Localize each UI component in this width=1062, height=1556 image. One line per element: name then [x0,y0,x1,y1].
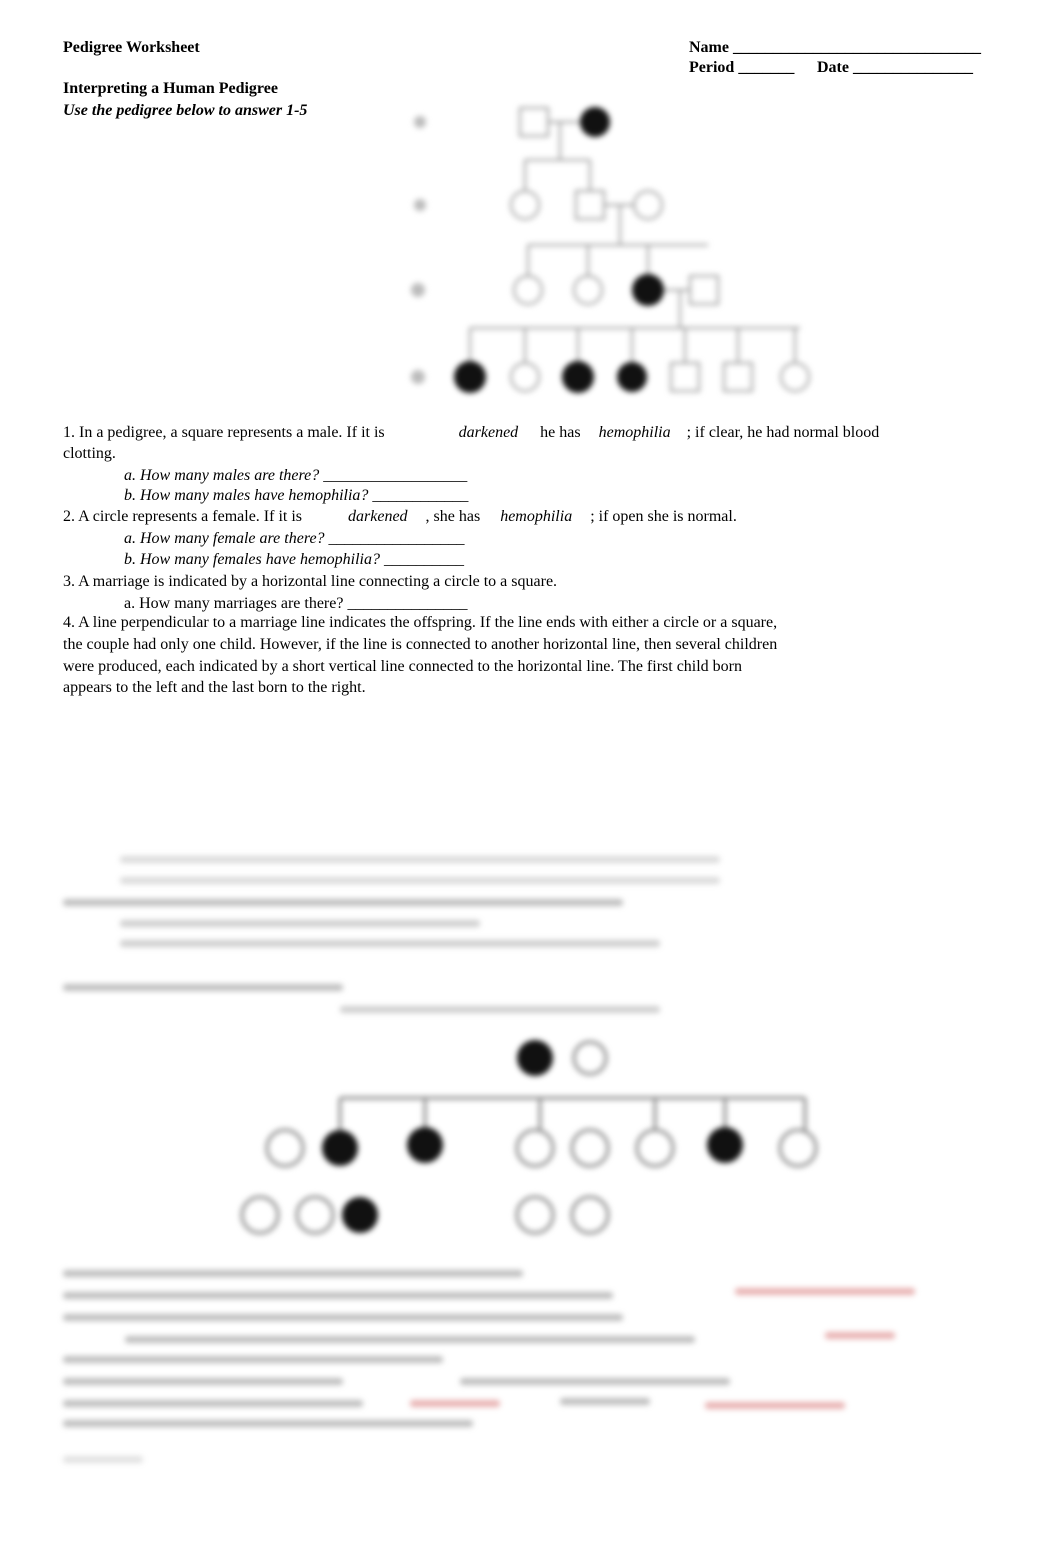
q2-word-hemophilia: hemophilia [500,508,573,525]
q2b[interactable]: b. How many females have hemophilia? ___… [124,549,464,570]
question-4-line: appears to the left and the last born to… [63,679,366,696]
pedigree-chart-1 [411,107,810,393]
section-title: Interpreting a Human Pedigree [63,80,278,97]
question-4-line: the couple had only one child. However, … [63,636,778,653]
question-3: 3. A marriage is indicated by a horizont… [63,573,558,590]
q3a[interactable]: a. How many marriages are there? _______… [124,593,467,614]
q1-text: 1. In a pedigree, a square represents a … [63,424,385,441]
q1-word-darkened: darkened [458,424,519,441]
q1b[interactable]: b. How many males have hemophilia? _____… [124,485,468,506]
question-4-line: were produced, each indicated by a short… [63,658,743,675]
q2-text-post: ; if open she is normal. [590,508,737,525]
q2a[interactable]: a. How many female are there? __________… [124,528,465,549]
period-field[interactable]: Period _______ [689,59,794,77]
q2-word-darkened: darkened [348,508,408,525]
q2-text-mid: , she has [425,508,481,525]
q1-text-post: ; if clear, he had normal blood [686,424,880,441]
date-field[interactable]: Date _______________ [817,59,973,77]
q1-word-hemophilia: hemophilia [598,424,671,441]
question-2: 2. A circle represents a female. If it i… [63,506,737,527]
q1a[interactable]: a. How many males are there? ___________… [124,465,467,486]
instruction: Use the pedigree below to answer 1-5 [63,102,308,119]
q1-text-mid: he has [540,424,581,441]
q1-continuation: clotting. [63,445,116,462]
name-field[interactable]: Name _______________________________ [689,39,981,57]
worksheet-title: Pedigree Worksheet [63,39,200,56]
q2-text: 2. A circle represents a female. If it i… [63,508,303,525]
question-4-line: 4. A line perpendicular to a marriage li… [63,614,778,631]
question-1: 1. In a pedigree, a square represents a … [63,422,879,443]
